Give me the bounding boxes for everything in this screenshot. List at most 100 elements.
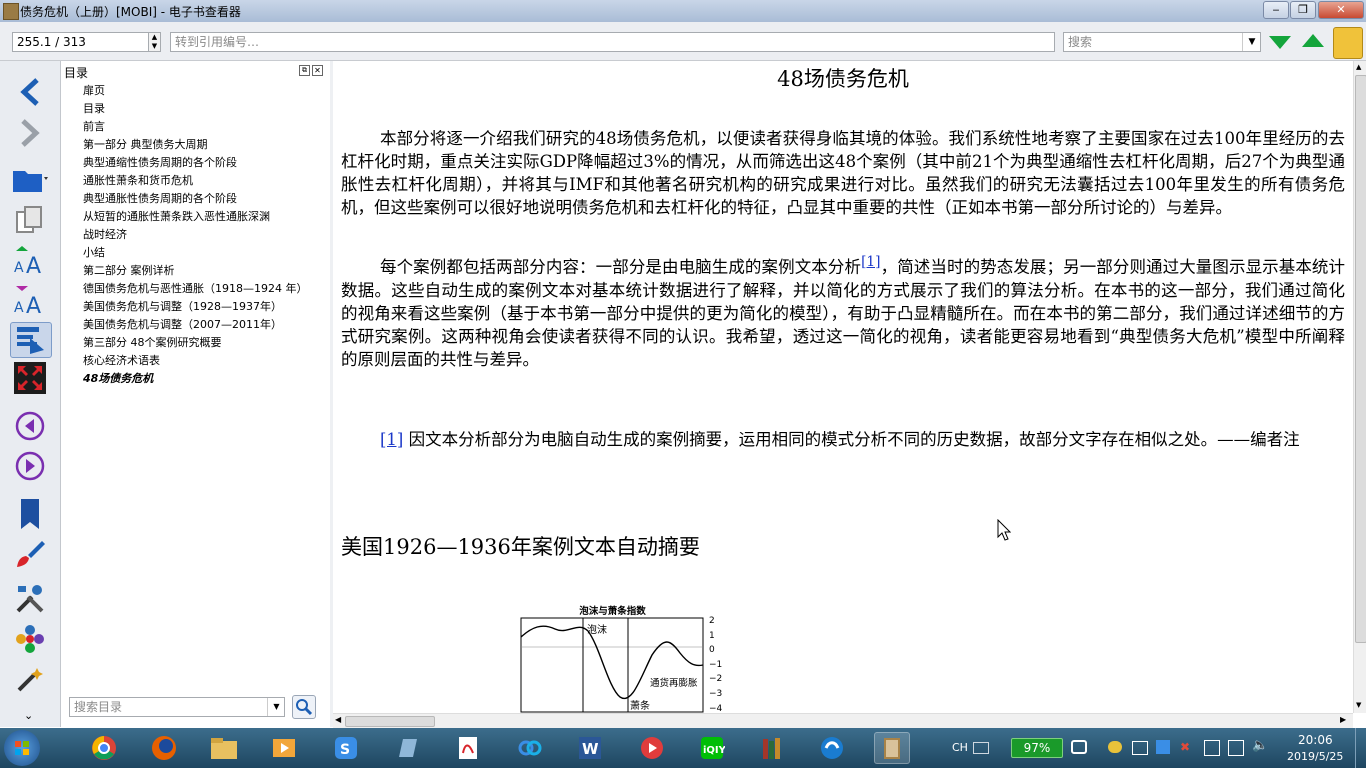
tick-label: 1 (709, 630, 715, 641)
word-icon[interactable]: W (572, 732, 608, 764)
pdf-reader-icon[interactable] (450, 732, 486, 764)
horizontal-scrollbar[interactable]: ◀ ▶ (333, 713, 1353, 728)
tray-app-icon-1[interactable] (1108, 741, 1122, 753)
preferences-button[interactable] (10, 582, 50, 616)
tick-label: −4 (709, 703, 723, 713)
toc-item[interactable]: 小结 (83, 244, 105, 260)
tray-app-icon-4[interactable]: ✖ (1180, 740, 1194, 754)
firefox-icon[interactable] (146, 732, 182, 764)
toc-item[interactable]: 前言 (83, 118, 105, 134)
scroll-down-icon[interactable]: ▼ (1356, 701, 1361, 709)
clock-date[interactable]: 2019/5/25 (1287, 750, 1343, 763)
video-app-icon[interactable] (634, 732, 670, 764)
notes-app-icon[interactable] (390, 732, 426, 764)
toc-item[interactable]: 扉页 (83, 82, 105, 98)
toc-toggle-button[interactable] (10, 322, 52, 358)
fullscreen-button[interactable] (10, 361, 50, 395)
clock-time[interactable]: 20:06 (1298, 733, 1333, 747)
copy-icon (16, 206, 42, 233)
previous-page-button[interactable] (10, 409, 50, 443)
plugins-button[interactable] (10, 622, 50, 656)
volume-icon[interactable]: 🔈 (1252, 738, 1268, 754)
scroll-left-icon[interactable]: ◀ (335, 715, 341, 724)
toc-item[interactable]: 战时经济 (83, 226, 127, 242)
toc-close-icon[interactable]: ✕ (312, 65, 323, 76)
footnote-back-link[interactable]: [1] (380, 430, 403, 449)
style-button[interactable] (10, 537, 50, 571)
tick-label: −3 (709, 688, 723, 699)
tray-app-icon-5[interactable] (1204, 740, 1220, 756)
fullscreen-icon (14, 362, 46, 394)
show-desktop-button[interactable] (1355, 728, 1366, 768)
cloud-app-icon[interactable] (512, 732, 548, 764)
tick-label: 2 (709, 616, 715, 626)
library-app-icon[interactable] (754, 732, 790, 764)
windows-logo-icon (15, 741, 29, 755)
sogou-input-icon[interactable]: S (328, 732, 364, 764)
position-stepper[interactable]: ▲ ▼ (148, 32, 161, 52)
back-button[interactable] (10, 75, 50, 109)
search-dropdown-icon[interactable]: ▼ (1242, 33, 1261, 51)
find-next-icon[interactable] (1269, 36, 1291, 49)
tray-app-icon-2[interactable] (1132, 741, 1148, 755)
close-button[interactable]: ✕ (1318, 1, 1364, 19)
vertical-scrollbar[interactable]: ▲ ▼ (1353, 61, 1366, 713)
battery-indicator[interactable]: 97% (1011, 738, 1063, 758)
toc-search-input[interactable]: 搜索目录 (69, 697, 285, 717)
toc-search-dropdown-icon[interactable]: ▼ (267, 698, 285, 716)
next-page-button[interactable] (10, 449, 50, 483)
power-plug-icon[interactable] (1071, 740, 1087, 754)
tray-app-icon-3[interactable] (1156, 740, 1170, 754)
iqiyi-icon[interactable]: iQIYI (694, 732, 730, 764)
search-input[interactable]: 搜索 (1063, 32, 1261, 52)
taskbar: S W iQIYI CH 97% ✖ 🔈 20:06 2019/5/25 (0, 728, 1366, 768)
toc-item[interactable]: 第二部分 案例详析 (83, 262, 175, 278)
sogou-browser-icon[interactable] (814, 732, 850, 764)
position-input[interactable]: 255.1 / 313 (12, 32, 149, 52)
scroll-up-icon[interactable]: ▲ (1356, 63, 1361, 71)
toc-item[interactable]: 美国债务危机与调整（1928—1937年） (83, 298, 282, 314)
file-explorer-icon[interactable] (206, 732, 242, 764)
minimize-button[interactable]: ‒ (1263, 1, 1289, 19)
vertical-scroll-thumb[interactable] (1355, 75, 1366, 643)
copy-button[interactable] (10, 203, 50, 237)
figure-title: 泡沫与萧条指数 (579, 606, 646, 617)
toc-item[interactable]: 德国债务危机与恶性通胀（1918—1924 年） (83, 280, 307, 296)
toc-item[interactable]: 第三部分 48个案例研究概要 (83, 334, 222, 350)
input-language-indicator[interactable]: CH (952, 741, 968, 754)
toc-item-current[interactable]: 48场债务危机 (83, 370, 153, 386)
horizontal-scroll-thumb[interactable] (345, 716, 435, 727)
maximize-button[interactable]: ❐ (1290, 1, 1316, 19)
magic-wand-button[interactable] (10, 662, 50, 696)
font-smaller-button[interactable]: AA (10, 283, 50, 317)
more-tools-icon[interactable]: ⌄ (24, 709, 33, 722)
toc-item[interactable]: 目录 (83, 100, 105, 116)
toc-item[interactable]: 美国债务危机与调整（2007—2011年） (83, 316, 282, 332)
toc-search-button[interactable] (292, 695, 316, 719)
bookmark-flag-icon[interactable] (1333, 27, 1363, 59)
open-book-button[interactable] (10, 161, 50, 195)
scroll-right-icon[interactable]: ▶ (1340, 715, 1346, 724)
goto-reference-input[interactable]: 转到引用编号… (170, 32, 1055, 52)
svg-text:A: A (14, 300, 24, 316)
toc-undock-icon[interactable]: ⧉ (299, 65, 310, 76)
chrome-icon[interactable] (86, 732, 122, 764)
footnote-ref-link[interactable]: [1] (861, 254, 880, 270)
keyboard-icon[interactable] (973, 742, 989, 754)
start-button[interactable] (4, 730, 40, 766)
toc-item[interactable]: 从短暂的通胀性萧条跌入恶性通胀深渊 (83, 208, 270, 224)
forward-button[interactable] (10, 116, 50, 150)
toc-item[interactable]: 典型通胀性债务周期的各个阶段 (83, 190, 237, 206)
font-larger-button[interactable]: AA (10, 243, 50, 277)
ebook-viewer-taskbar-icon[interactable] (874, 732, 910, 764)
font-smaller-icon: AA (14, 286, 41, 316)
bookmarks-button[interactable] (10, 497, 50, 531)
toc-item[interactable]: 核心经济术语表 (83, 352, 160, 368)
network-icon[interactable] (1228, 740, 1244, 756)
toc-item[interactable]: 通胀性萧条和货币危机 (83, 172, 193, 188)
toc-item[interactable]: 典型通缩性债务周期的各个阶段 (83, 154, 237, 170)
find-previous-icon[interactable] (1302, 34, 1324, 47)
media-player-icon[interactable] (266, 732, 302, 764)
toc-item[interactable]: 第一部分 典型债务大周期 (83, 136, 208, 152)
tool-column: AA AA ⌄ (0, 61, 61, 727)
